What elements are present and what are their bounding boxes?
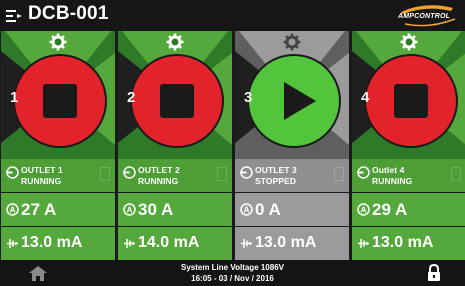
gear-icon[interactable] [400, 33, 418, 51]
ammeter-icon: A [6, 203, 19, 216]
status-label: Outlet 4 [372, 165, 405, 175]
stop-button[interactable] [12, 53, 108, 149]
status-state: RUNNING [138, 176, 179, 186]
outlet-panel-2: 2 OUTLET 2 RUNNING A 30 A 14.0 mA [118, 31, 232, 260]
ammeter-icon: A [357, 203, 370, 216]
current-row[interactable]: A 0 A [235, 193, 349, 226]
power-icon [240, 166, 253, 179]
stop-button[interactable] [363, 53, 459, 149]
lock-icon[interactable] [427, 264, 441, 282]
earth-leakage-icon [241, 239, 252, 248]
earth-leakage-icon [358, 239, 369, 248]
outlet-number: 3 [244, 89, 253, 106]
title-bar: DCB-001 AMPCONTROL [0, 0, 465, 31]
current-row[interactable]: A 27 A [1, 193, 115, 226]
status-state: RUNNING [372, 176, 413, 186]
status-row[interactable]: OUTLET 2 RUNNING [118, 159, 232, 192]
earth-leakage-icon [7, 239, 18, 248]
current-value: 30 A [138, 200, 174, 219]
status-state: RUNNING [21, 176, 62, 186]
leakage-value: 14.0 mA [138, 234, 200, 251]
stop-icon [394, 84, 428, 118]
current-value: 27 A [21, 200, 57, 219]
status-label: OUTLET 2 [138, 165, 180, 175]
outlet-number: 2 [127, 89, 136, 106]
gear-icon[interactable] [166, 33, 184, 51]
status-label: OUTLET 1 [21, 165, 63, 175]
leakage-row[interactable]: 13.0 mA [235, 227, 349, 260]
play-button[interactable] [246, 53, 342, 149]
date-time: 16:05 - 03 / Nov / 2016 [191, 274, 274, 283]
earth-leakage-icon [124, 239, 135, 248]
svg-text:A: A [244, 206, 250, 215]
status-row[interactable]: OUTLET 1 RUNNING [1, 159, 115, 192]
page-title: DCB-001 [28, 3, 109, 24]
document-icon [217, 167, 227, 181]
logo-text: AMPCONTROL [398, 13, 451, 20]
leakage-value: 13.0 mA [255, 234, 317, 251]
status-state: STOPPED [255, 176, 297, 186]
gear-icon[interactable] [49, 33, 67, 51]
power-icon [123, 166, 136, 179]
ammeter-icon: A [123, 203, 136, 216]
current-row[interactable]: A 29 A [352, 193, 465, 226]
gear-icon[interactable] [283, 33, 301, 51]
outlet-number: 1 [10, 89, 19, 106]
document-icon [334, 167, 344, 181]
svg-text:A: A [127, 206, 133, 215]
outlet-panel-1: 1 OUTLET 1 RUNNING A 27 A 13.0 mA [1, 31, 115, 260]
svg-text:A: A [10, 206, 16, 215]
power-icon [357, 166, 370, 179]
document-icon [100, 167, 110, 181]
leakage-row[interactable]: 13.0 mA [1, 227, 115, 260]
stop-button[interactable] [129, 53, 225, 149]
status-label: OUTLET 3 [255, 165, 297, 175]
document-icon [451, 167, 461, 181]
ammeter-icon: A [240, 203, 253, 216]
outlet-panel-3: 3 OUTLET 3 STOPPED A 0 A 13.0 mA [235, 31, 349, 260]
leakage-row[interactable]: 13.0 mA [352, 227, 465, 260]
stop-icon [160, 84, 194, 118]
outlet-panel-4: 4 Outlet 4 RUNNING A 29 A 13.0 mA [352, 31, 465, 260]
leakage-row[interactable]: 14.0 mA [118, 227, 232, 260]
status-row[interactable]: Outlet 4 RUNNING [352, 159, 465, 192]
outlet-number: 4 [361, 89, 370, 106]
status-row[interactable]: OUTLET 3 STOPPED [235, 159, 349, 192]
current-value: 29 A [372, 200, 408, 219]
svg-text:A: A [361, 206, 367, 215]
power-icon [6, 166, 19, 179]
current-value: 0 A [255, 200, 281, 219]
leakage-value: 13.0 mA [372, 234, 434, 251]
system-voltage: System Line Voltage 1086V [180, 263, 284, 272]
current-row[interactable]: A 30 A [118, 193, 232, 226]
menu-icon[interactable] [6, 9, 23, 23]
stop-icon [43, 84, 77, 118]
leakage-value: 13.0 mA [21, 234, 83, 251]
status-bar: System Line Voltage 1086V 16:05 - 03 / N… [0, 260, 465, 286]
